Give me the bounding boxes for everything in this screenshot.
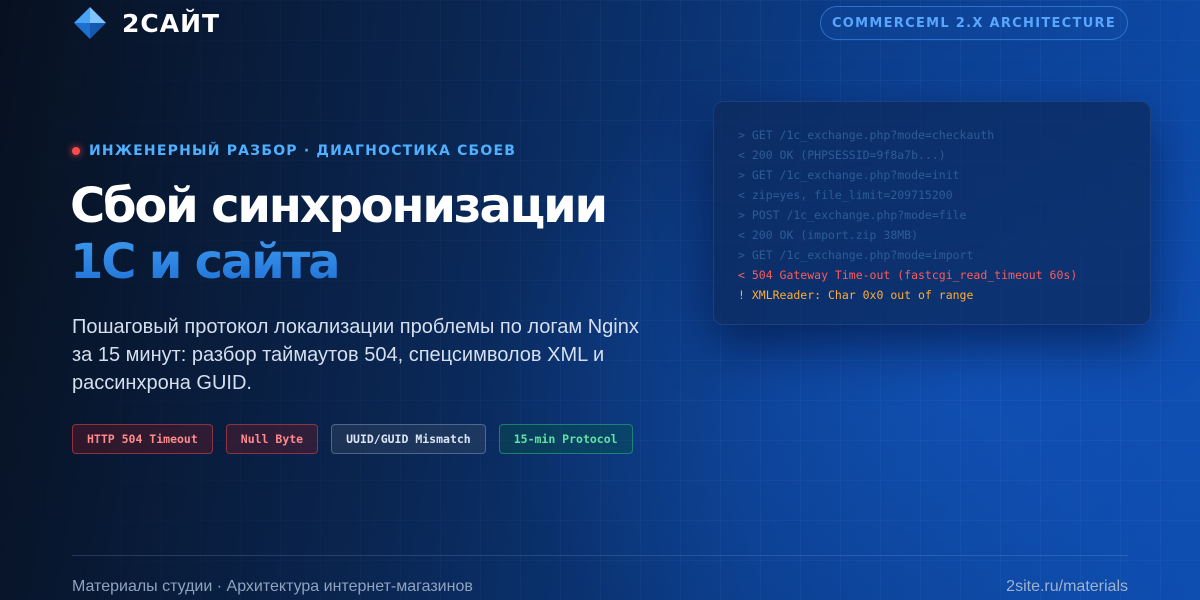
- log-line: > GET /1c_exchange.php?mode=init: [738, 168, 960, 182]
- eyebrow: ИНЖЕНЕРНЫЙ РАЗБОР · ДИАГНОСТИКА СБОЕВ: [72, 143, 516, 159]
- diamond-logo-icon: [74, 7, 106, 39]
- log-line-error: < 504 Gateway Time-out (fastcgi_read_tim…: [738, 268, 1078, 282]
- tag-guid-mismatch: UUID/GUID Mismatch: [331, 424, 486, 454]
- page-title: Сбой синхронизации 1С и сайта: [70, 178, 608, 290]
- footer-divider: [72, 555, 1128, 556]
- log-line: < zip=yes, file_limit=209715200: [738, 188, 953, 202]
- title-line-1: Сбой синхронизации: [70, 178, 608, 234]
- logo-text: 2САЙТ: [122, 8, 221, 38]
- architecture-badge[interactable]: COMMERCEML 2.X ARCHITECTURE: [820, 6, 1128, 40]
- log-line: > GET /1c_exchange.php?mode=checkauth: [738, 128, 995, 142]
- subtitle: Пошаговый протокол локализации проблемы …: [72, 316, 639, 394]
- log-console: > GET /1c_exchange.php?mode=checkauth < …: [713, 101, 1151, 325]
- materials-link[interactable]: 2site.ru/materials: [1006, 578, 1128, 596]
- footer-caption: Материалы студии · Архитектура интернет-…: [72, 578, 473, 595]
- eyebrow-text: ИНЖЕНЕРНЫЙ РАЗБОР · ДИАГНОСТИКА СБОЕВ: [89, 143, 517, 159]
- log-line: > GET /1c_exchange.php?mode=import: [738, 248, 974, 262]
- log-line: > POST /1c_exchange.php?mode=file: [738, 208, 967, 222]
- log-line: < 200 OK (PHPSESSID=9f8a7b...): [738, 148, 946, 162]
- log-line: < 200 OK (import.zip 38MB): [738, 228, 919, 242]
- log-line-warning: ! XMLReader: Char 0x0 out of range: [738, 288, 974, 302]
- title-line-2: 1С и сайта: [70, 234, 606, 290]
- tag-http-504: HTTP 504 Timeout: [72, 424, 213, 454]
- tag-null-byte: Null Byte: [225, 424, 319, 454]
- tag-15-min-protocol: 15-min Protocol: [498, 424, 633, 454]
- site-logo[interactable]: 2САЙТ: [72, 3, 220, 43]
- tag-list: HTTP 504 Timeout Null Byte UUID/GUID Mis…: [72, 424, 633, 454]
- status-dot-icon: [72, 147, 80, 155]
